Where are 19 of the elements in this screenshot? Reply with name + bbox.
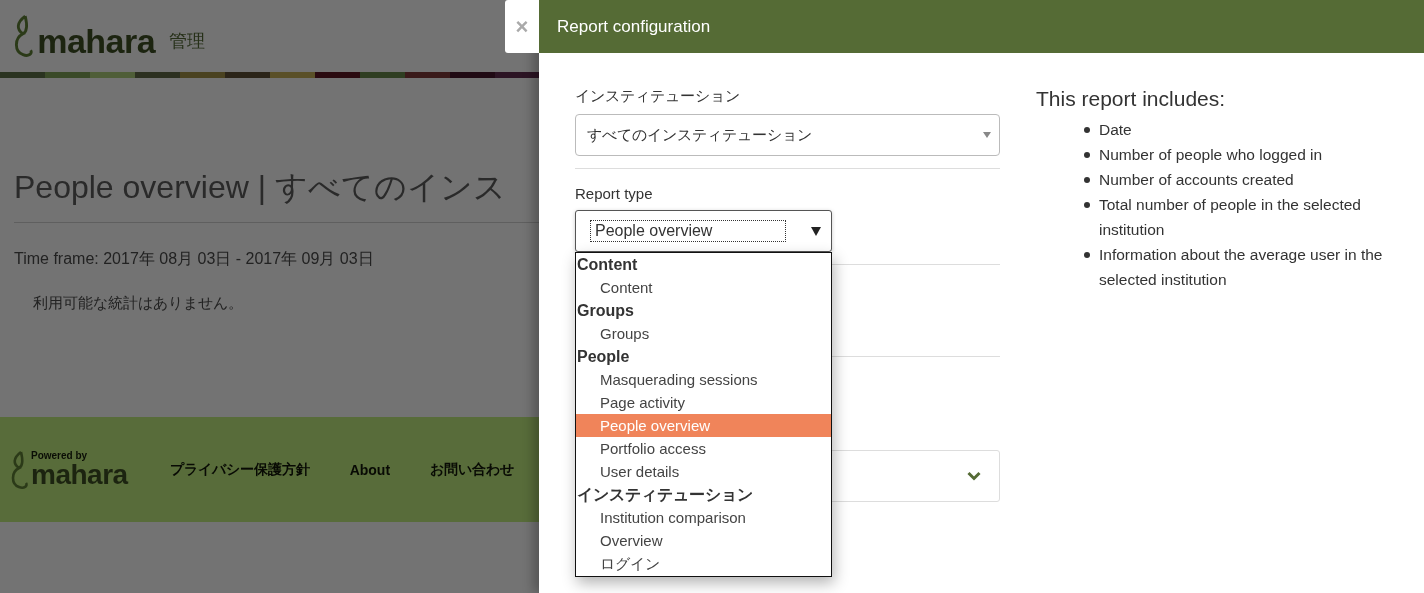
includes-heading: This report includes: [1036, 87, 1227, 111]
list-item: Date [1099, 120, 1132, 140]
page-title: People overview | すべてのインス [14, 166, 539, 223]
powered-by-text: Powered by [31, 450, 89, 461]
option-group-label: People [576, 347, 631, 367]
option-group-label: Content [576, 255, 639, 275]
list-item: Number of accounts created [1099, 170, 1294, 190]
field-label: Report type [575, 185, 654, 202]
time-frame: Time frame: 2017年 08月 03日 - 2017年 09月 03日 [14, 249, 539, 270]
list-item: Total number of people in the selected institution [1099, 195, 1362, 240]
list-item: Information about the average user in the selected institution [1099, 245, 1384, 290]
option-group-label: Groups [576, 301, 635, 321]
field-label: インスティテューション [575, 87, 741, 106]
header-label: 管理 [169, 30, 206, 53]
empty-message: 利用可能な統計はありません。 [33, 294, 244, 313]
list-item: Number of people who logged in [1099, 145, 1323, 165]
option-group-label: インスティテューション [576, 485, 754, 505]
drawer-title: Report configuration [539, 0, 1424, 53]
logo-text: mahara [37, 24, 156, 58]
